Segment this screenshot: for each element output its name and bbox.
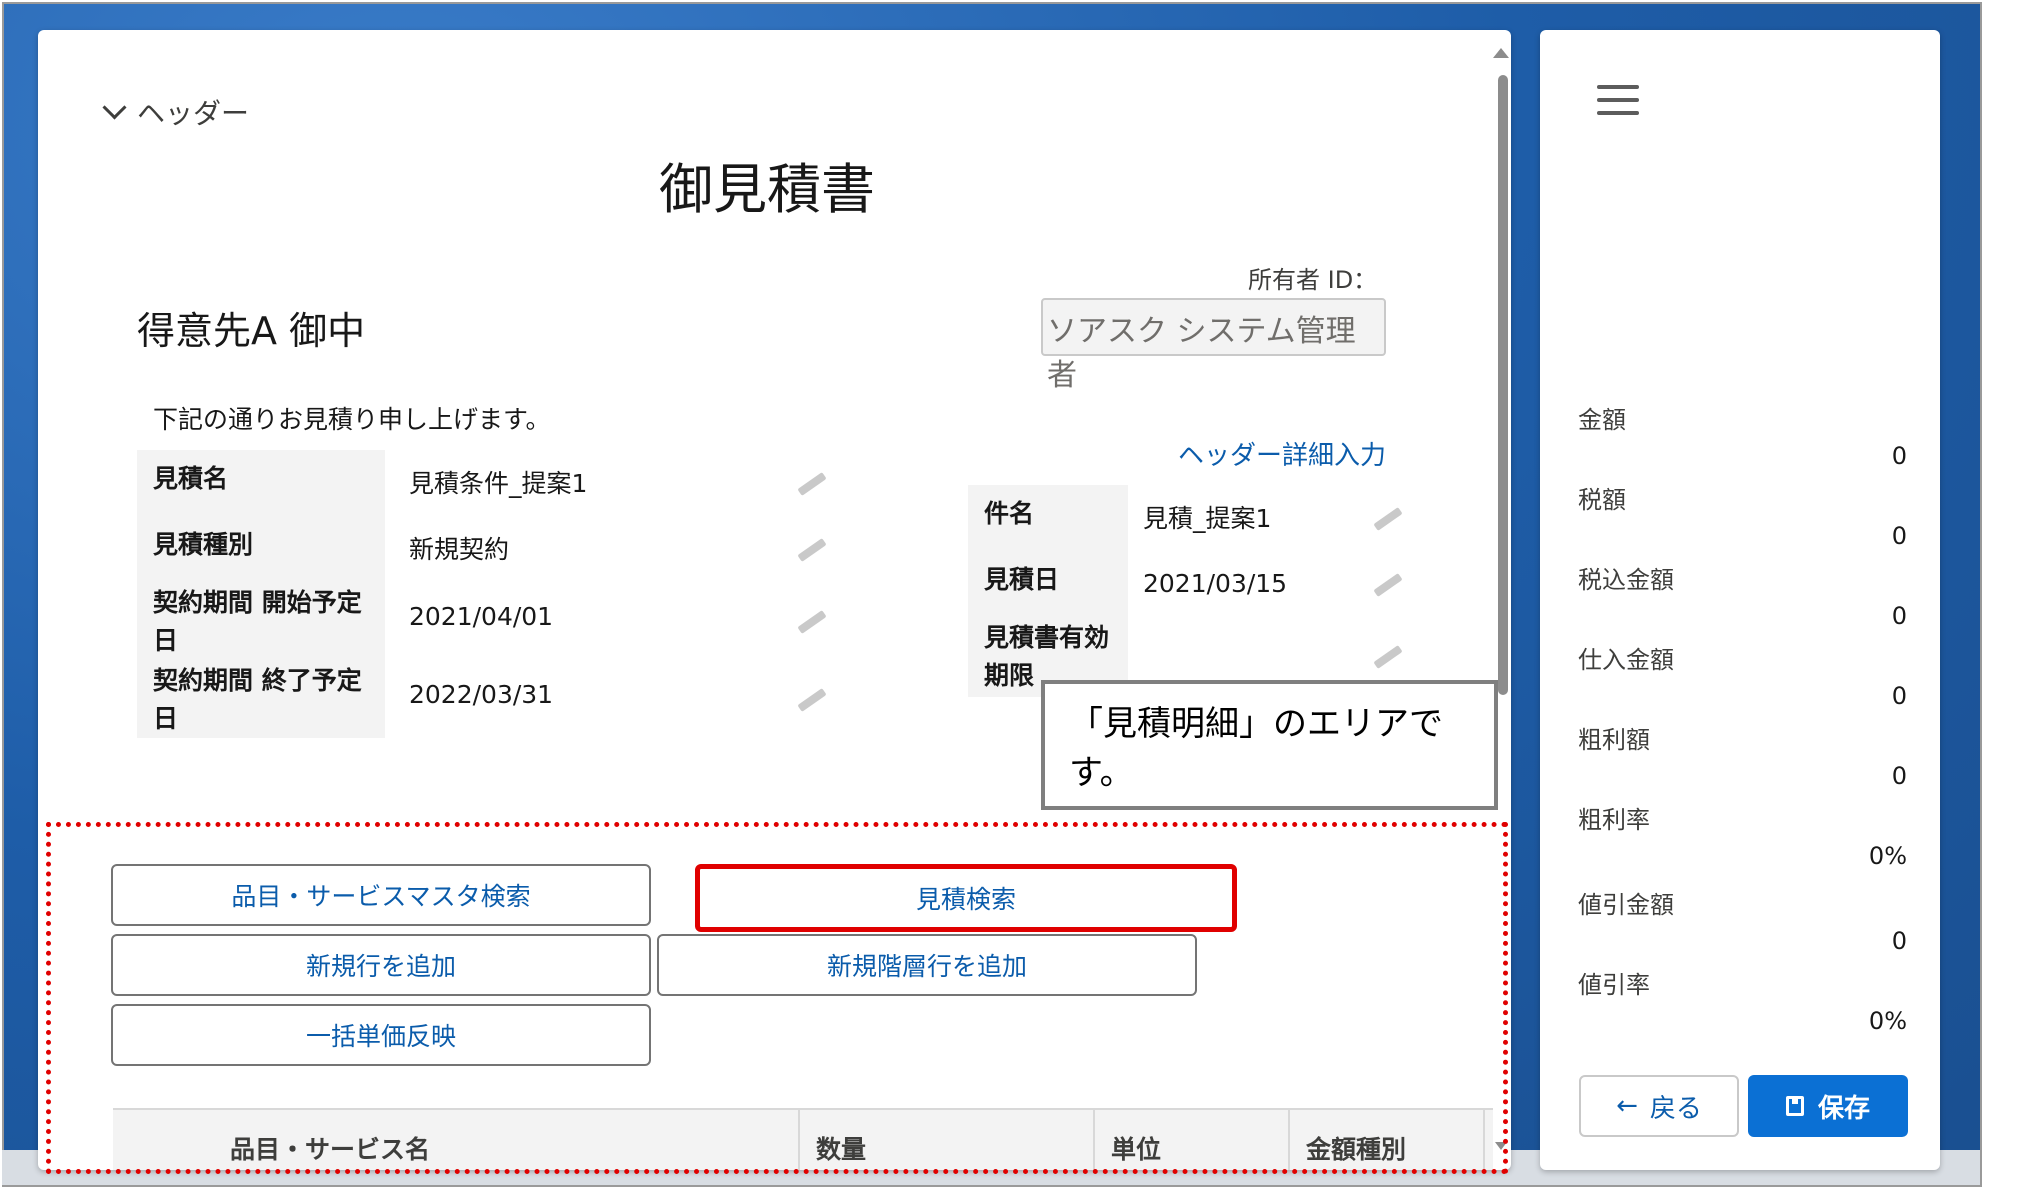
owner-label: 所有者 ID： xyxy=(1248,266,1378,294)
callout-text: 「見積明細」のエリアです。 xyxy=(1069,704,1443,793)
summary-value: 0% xyxy=(1868,1007,1907,1035)
chevron-down-icon xyxy=(102,94,127,120)
pencil-icon[interactable] xyxy=(1373,507,1403,531)
summary-value: 0 xyxy=(1891,522,1907,550)
detail-area-highlight xyxy=(46,822,1508,1174)
header-section-label: ヘッダー xyxy=(137,97,250,130)
owner-field[interactable]: ソアスク システム管理者 xyxy=(1041,298,1386,393)
save-label: 保存 xyxy=(1817,1093,1870,1124)
pencil-icon[interactable] xyxy=(797,472,827,496)
field-label: 件名 xyxy=(968,485,1128,551)
field-row: 契約期間 終了予定日 2022/03/31 xyxy=(137,660,849,738)
field-label: 契約期間 開始予定日 xyxy=(137,582,385,660)
summary-label: 粗利率 xyxy=(1578,806,1650,834)
field-label: 見積名 xyxy=(137,450,385,516)
field-row: 件名 見積_提案1 xyxy=(968,485,1428,551)
summary-label: 税込金額 xyxy=(1578,566,1674,594)
summary-value: 0 xyxy=(1891,602,1907,630)
pencil-icon[interactable] xyxy=(1373,573,1403,597)
field-value: 2021/03/15 xyxy=(1143,569,1288,598)
summary-value: 0 xyxy=(1891,927,1907,955)
pencil-icon[interactable] xyxy=(797,610,827,634)
menu-icon[interactable] xyxy=(1597,85,1639,117)
header-detail-link[interactable]: ヘッダー詳細入力 xyxy=(1178,435,1386,472)
summary-label: 粗利額 xyxy=(1578,726,1650,754)
field-label: 契約期間 終了予定日 xyxy=(137,660,385,738)
field-label: 見積日 xyxy=(968,551,1128,617)
field-value: 2022/03/31 xyxy=(409,680,554,709)
back-label: 戻る xyxy=(1649,1093,1702,1124)
field-label: 見積種別 xyxy=(137,516,385,582)
scroll-up-arrow[interactable] xyxy=(1493,48,1509,58)
header-section-toggle[interactable]: ヘッダー xyxy=(100,92,249,132)
save-button[interactable]: 保存 xyxy=(1748,1075,1908,1137)
field-value: 見積_提案1 xyxy=(1143,504,1272,533)
back-button[interactable]: ← 戻る xyxy=(1579,1075,1739,1137)
summary-value: 0 xyxy=(1891,762,1907,790)
arrow-left-icon: ← xyxy=(1616,1091,1638,1121)
summary-label: 金額 xyxy=(1578,406,1626,434)
intro-text: 下記の通りお見積り申し上げます。 xyxy=(153,405,551,434)
pencil-icon[interactable] xyxy=(797,538,827,562)
summary-value: 0 xyxy=(1891,682,1907,710)
field-row: 見積名 見積条件_提案1 xyxy=(137,450,849,516)
field-row: 契約期間 開始予定日 2021/04/01 xyxy=(137,582,849,660)
pencil-icon[interactable] xyxy=(797,688,827,712)
field-value: 新規契約 xyxy=(409,535,510,564)
pencil-icon[interactable] xyxy=(1373,645,1403,669)
summary-label: 値引金額 xyxy=(1578,891,1674,919)
field-row: 見積種別 新規契約 xyxy=(137,516,849,582)
field-row: 見積日 2021/03/15 xyxy=(968,551,1428,617)
summary-label: 税額 xyxy=(1578,486,1626,514)
field-value: 2021/04/01 xyxy=(409,602,554,631)
summary-label: 値引率 xyxy=(1578,971,1650,999)
save-icon xyxy=(1785,1096,1804,1116)
summary-value: 0 xyxy=(1891,442,1907,470)
summary-label: 仕入金額 xyxy=(1578,646,1674,674)
summary-value: 0% xyxy=(1868,842,1907,870)
scrollbar-thumb[interactable] xyxy=(1498,75,1508,695)
annotation-callout: 「見積明細」のエリアです。 xyxy=(1041,680,1498,810)
document-title: 御見積書 xyxy=(659,158,875,221)
customer-name: 得意先A 御中 xyxy=(137,309,366,353)
field-value: 見積条件_提案1 xyxy=(409,469,588,498)
